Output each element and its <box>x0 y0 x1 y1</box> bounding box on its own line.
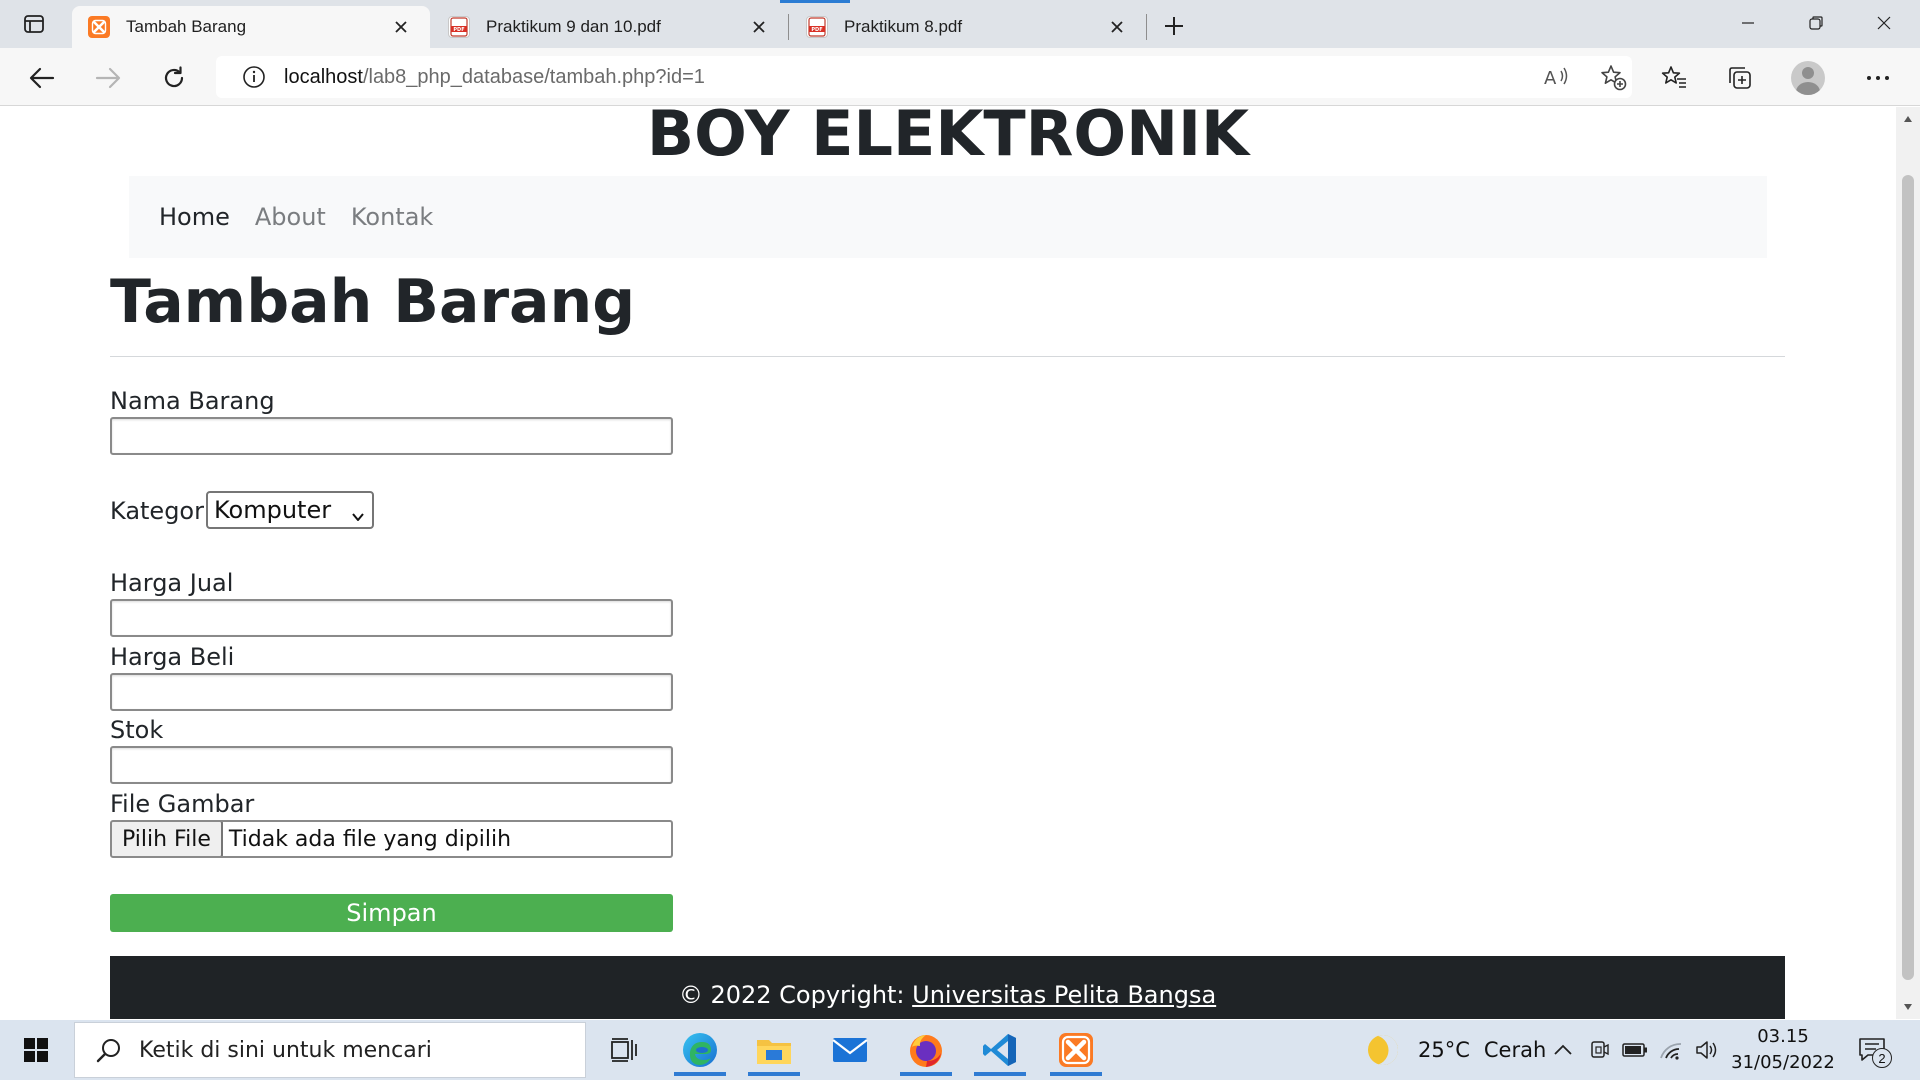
nama-barang-label: Nama Barang <box>110 387 275 415</box>
more-menu-icon[interactable] <box>1858 58 1898 98</box>
add-favorite-icon[interactable] <box>1594 58 1632 96</box>
tab-tambah-barang[interactable]: Tambah Barang <box>72 6 430 48</box>
simpan-button[interactable]: Simpan <box>110 894 673 932</box>
window-close-icon[interactable] <box>1850 0 1918 46</box>
footer-text: © 2022 Copyright: Universitas Pelita Ban… <box>110 981 1785 1009</box>
weather-temp: 25°C <box>1418 1038 1470 1062</box>
volume-icon[interactable] <box>1692 1034 1722 1066</box>
scroll-up-icon[interactable] <box>1896 109 1920 129</box>
page-title: Tambah Barang <box>110 267 636 337</box>
windows-taskbar: Ketik di sini untuk mencari 25°C Cerah 0… <box>0 1020 1920 1080</box>
choose-file-button[interactable]: Pilih File <box>112 822 223 856</box>
minimize-icon[interactable] <box>1714 0 1782 46</box>
harga-beli-label: Harga Beli <box>110 643 235 671</box>
xampp-taskbar-icon[interactable] <box>1042 1024 1110 1076</box>
search-icon <box>89 1030 129 1070</box>
site-navbar: Home About Kontak <box>129 176 1767 258</box>
favorites-icon[interactable] <box>1654 58 1694 98</box>
taskbar-search-input[interactable]: Ketik di sini untuk mencari <box>74 1022 586 1078</box>
nav-link-about[interactable]: About <box>255 203 326 231</box>
edge-icon[interactable] <box>666 1024 734 1076</box>
search-placeholder: Ketik di sini untuk mencari <box>139 1037 432 1063</box>
clock-date: 31/05/2022 <box>1731 1052 1835 1073</box>
page-viewport: BOY ELEKTRONIK Home About Kontak Tambah … <box>0 107 1896 1019</box>
browser-tab-strip: Tambah Barang PDF Praktikum 9 dan 10.pdf… <box>0 0 1920 48</box>
chevron-up-icon[interactable] <box>1548 1034 1578 1066</box>
meet-now-icon[interactable] <box>1584 1034 1614 1066</box>
file-gambar-input[interactable]: Pilih File Tidak ada file yang dipilih <box>110 820 673 858</box>
kategori-label: Kategori <box>110 497 211 525</box>
forward-arrow-icon[interactable] <box>88 58 128 98</box>
harga-beli-input[interactable] <box>110 673 673 711</box>
file-status-text: Tidak ada file yang dipilih <box>228 826 512 852</box>
windows-start-icon[interactable] <box>10 1028 62 1072</box>
url-host: localhost <box>284 65 363 88</box>
weather-desc: Cerah <box>1483 1038 1547 1062</box>
back-arrow-icon[interactable] <box>22 58 62 98</box>
tab-separator <box>788 14 789 40</box>
xampp-icon <box>88 16 110 38</box>
nama-barang-input[interactable] <box>110 417 673 455</box>
nav-link-kontak[interactable]: Kontak <box>351 203 433 231</box>
file-gambar-label: File Gambar <box>110 790 255 818</box>
footer-university-link[interactable]: Universitas Pelita Bangsa <box>912 981 1216 1009</box>
notification-center-icon[interactable]: 2 <box>1852 1032 1892 1068</box>
stok-label: Stok <box>110 716 164 744</box>
svg-text:A: A <box>1544 68 1557 89</box>
stok-input[interactable] <box>110 746 673 784</box>
collections-icon[interactable] <box>1720 58 1760 98</box>
chevron-down-icon <box>350 503 366 521</box>
kategori-selected-value: Komputer <box>214 496 332 524</box>
heading-divider <box>110 356 1785 357</box>
vscode-icon[interactable] <box>966 1024 1034 1076</box>
tab-praktikum-8[interactable]: PDF Praktikum 8.pdf <box>790 6 1146 48</box>
nav-link-home[interactable]: Home <box>159 203 230 231</box>
profile-avatar[interactable] <box>1788 58 1828 98</box>
scrollbar-thumb[interactable] <box>1902 175 1914 980</box>
battery-icon[interactable] <box>1620 1034 1650 1066</box>
firefox-icon[interactable] <box>892 1024 960 1076</box>
info-icon[interactable] <box>234 57 274 97</box>
tab-loading-bar <box>780 0 850 3</box>
close-icon[interactable] <box>748 16 770 38</box>
read-aloud-icon[interactable]: A <box>1538 58 1576 96</box>
notification-count-badge: 2 <box>1872 1048 1892 1068</box>
restore-icon[interactable] <box>1782 0 1850 46</box>
refresh-icon[interactable] <box>154 58 194 98</box>
site-title: BOY ELEKTRONIK <box>646 107 1250 170</box>
page-footer: © 2022 Copyright: Universitas Pelita Ban… <box>110 956 1785 1019</box>
pdf-icon: PDF <box>806 16 828 38</box>
harga-jual-input[interactable] <box>110 599 673 637</box>
svg-text:PDF: PDF <box>811 27 822 33</box>
close-icon[interactable] <box>390 16 412 38</box>
pdf-icon: PDF <box>448 16 470 38</box>
new-tab-plus-icon[interactable] <box>1158 10 1190 42</box>
tab-separator <box>1146 14 1147 40</box>
taskbar-clock[interactable]: 03.15 31/05/2022 <box>1728 1024 1838 1076</box>
tab-praktikum-9-10[interactable]: PDF Praktikum 9 dan 10.pdf <box>432 6 788 48</box>
tab-title: Praktikum 8.pdf <box>844 17 963 36</box>
svg-text:PDF: PDF <box>453 27 464 33</box>
weather-widget[interactable]: 25°C Cerah <box>1363 1030 1547 1070</box>
page-scrollbar[interactable] <box>1896 107 1920 1019</box>
avatar-icon <box>1791 61 1825 95</box>
moon-icon <box>1363 1030 1403 1070</box>
close-icon[interactable] <box>1106 16 1128 38</box>
url-path: /lab8_php_database/tambah.php?id=1 <box>362 65 705 88</box>
browser-toolbar: localhost/lab8_php_database/tambah.php?i… <box>0 48 1920 106</box>
harga-jual-label: Harga Jual <box>110 569 234 597</box>
kategori-select[interactable]: Komputer <box>206 491 374 529</box>
task-view-icon[interactable] <box>590 1024 658 1076</box>
tab-title: Praktikum 9 dan 10.pdf <box>486 17 661 36</box>
wifi-icon[interactable] <box>1656 1034 1686 1066</box>
address-bar[interactable]: localhost/lab8_php_database/tambah.php?i… <box>216 56 1632 98</box>
url-text: localhost/lab8_php_database/tambah.php?i… <box>284 66 705 89</box>
scroll-down-icon[interactable] <box>1896 997 1920 1017</box>
clock-time: 03.15 <box>1757 1026 1809 1047</box>
tab-actions-icon[interactable] <box>10 8 58 40</box>
copyright-text: © 2022 Copyright: <box>678 981 913 1009</box>
tab-title: Tambah Barang <box>126 17 247 36</box>
mail-icon[interactable] <box>816 1024 884 1076</box>
file-explorer-icon[interactable] <box>740 1024 808 1076</box>
